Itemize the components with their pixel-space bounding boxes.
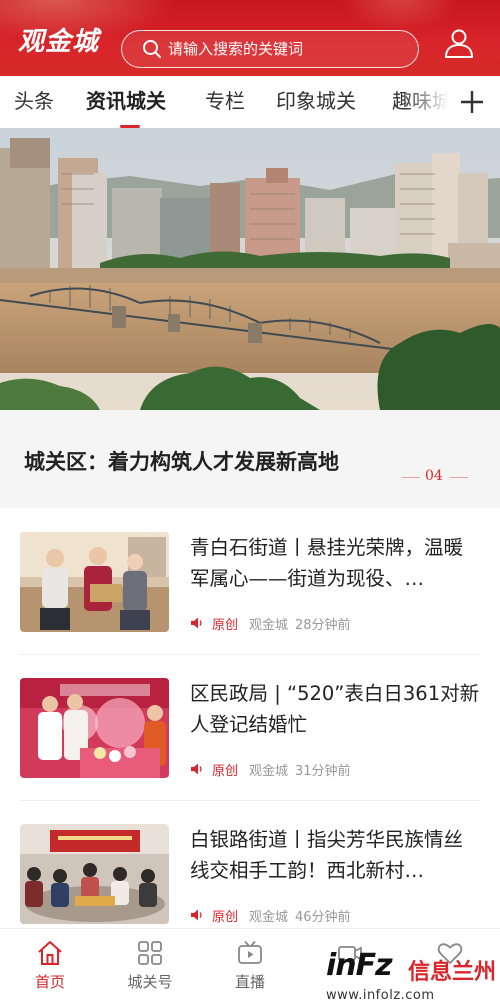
speaker-icon [191, 763, 202, 775]
nav-live[interactable]: 直播 [200, 929, 300, 1008]
nav-label: 直播 [234, 973, 265, 991]
news-time: 31分钟前 [295, 764, 351, 779]
news-title[interactable]: 白银路街道丨指尖芳华民族情丝线交相手工韵！西北新村… [190, 824, 480, 886]
nav-label: 首页 [34, 973, 65, 991]
tabs-fade-overlay [404, 76, 454, 128]
list-divider [20, 800, 480, 801]
original-tag: 原创 [212, 764, 239, 779]
banner-index-number: 04 [425, 468, 443, 484]
nav-label: 城关号 [127, 973, 173, 991]
tab-columns[interactable]: 专栏 [205, 86, 245, 116]
add-channel-icon[interactable] [458, 88, 486, 116]
nav-home[interactable]: 首页 [0, 929, 100, 1008]
news-source: 观金城 [249, 764, 289, 779]
banner-page-indicator: 04 [402, 468, 468, 488]
news-time: 28分钟前 [295, 618, 351, 633]
wedding-registration-thumbnail [20, 678, 169, 778]
tab-impression-chengguan[interactable]: 印象城关 [276, 86, 356, 116]
list-divider [20, 654, 480, 655]
tv-icon [238, 940, 262, 964]
channel-tabs: 头条 资讯城关 专栏 印象城关 趣味城 [0, 76, 500, 128]
search-input[interactable] [168, 31, 408, 66]
original-tag: 原创 [212, 910, 239, 925]
nav-chengguan-account[interactable]: 城关号 [100, 929, 200, 1008]
tab-news-chengguan[interactable]: 资讯城关 [86, 86, 166, 116]
speaker-icon [191, 617, 202, 629]
indicator-line [402, 477, 420, 478]
banner-image[interactable] [0, 128, 500, 410]
news-source: 观金城 [249, 910, 289, 925]
grid-icon [138, 941, 162, 965]
news-item[interactable]: 区民政局 | “520”表白日361对新人登记结婚忙 原创 观金城 31分钟前 [0, 678, 500, 824]
home-icon [38, 941, 62, 965]
news-thumbnail[interactable] [20, 678, 169, 778]
news-title[interactable]: 区民政局 | “520”表白日361对新人登记结婚忙 [190, 678, 480, 740]
watermark: inFz 信息兰州 www.infolz.com [326, 940, 496, 1006]
user-profile-icon[interactable] [442, 26, 476, 60]
news-thumbnail[interactable] [20, 824, 169, 924]
app-logo[interactable]: 观金城 [18, 22, 110, 62]
banner-title[interactable]: 城关区：着力构筑人才发展新高地 [24, 446, 339, 476]
news-thumbnail[interactable] [20, 532, 169, 632]
watermark-brand: inFz [326, 948, 393, 983]
app-header: 观金城 [0, 0, 500, 76]
city-river-bridge-photo [0, 128, 500, 410]
tab-headlines[interactable]: 头条 [14, 86, 54, 116]
original-tag: 原创 [212, 618, 239, 633]
family-photo-thumbnail [20, 532, 169, 632]
news-time: 46分钟前 [295, 910, 351, 925]
speaker-icon [191, 909, 202, 921]
news-item[interactable]: 青白石街道丨悬挂光荣牌，温暖军属心——街道为现役、… 原创 观金城 28分钟前 [0, 532, 500, 678]
news-title[interactable]: 青白石街道丨悬挂光荣牌，温暖军属心——街道为现役、… [190, 532, 480, 594]
handcraft-class-thumbnail [20, 824, 169, 924]
watermark-name: 信息兰州 [408, 960, 497, 985]
banner-caption[interactable]: 城关区：着力构筑人才发展新高地 04 [0, 410, 500, 508]
news-source: 观金城 [249, 618, 289, 633]
indicator-line [450, 477, 468, 478]
search-bar[interactable] [121, 30, 419, 68]
search-icon [143, 40, 161, 58]
watermark-url: www.infolz.com [326, 988, 435, 1003]
